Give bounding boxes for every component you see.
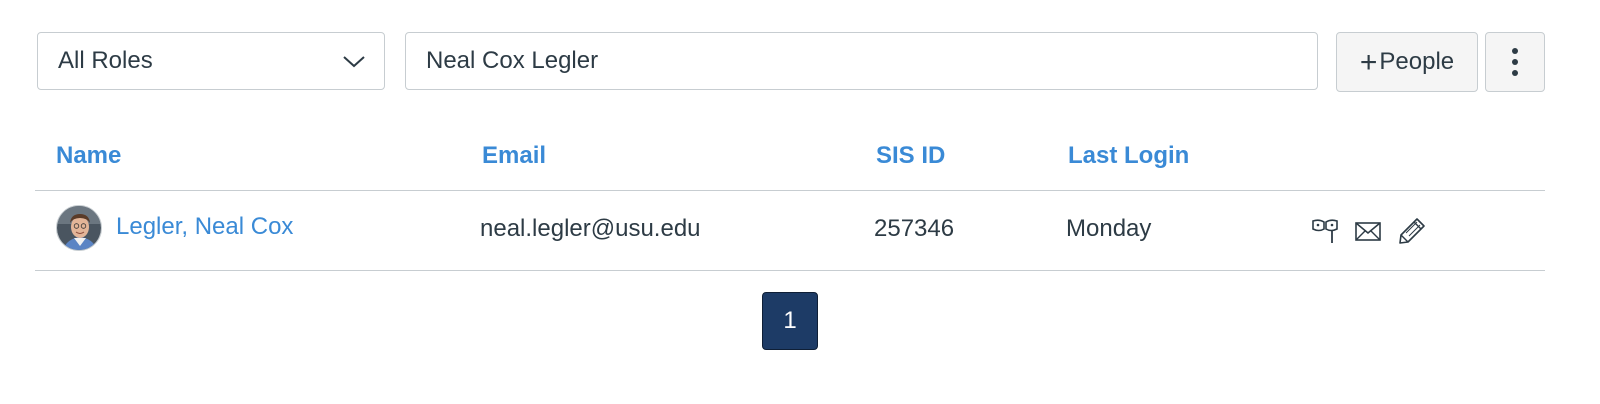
avatar[interactable] (56, 205, 102, 251)
more-vertical-icon (1512, 48, 1518, 54)
column-header-email[interactable]: Email (482, 142, 546, 170)
people-table: Name Email SIS ID Last Login Legler, Nea… (35, 128, 1545, 271)
masquerade-icon[interactable] (1310, 216, 1340, 246)
column-header-sis-id[interactable]: SIS ID (876, 142, 945, 170)
user-photo (57, 206, 101, 250)
user-sis-id: 257346 (874, 215, 955, 242)
column-header-name[interactable]: Name (56, 142, 121, 170)
user-name-link[interactable]: Legler, Neal Cox (116, 213, 293, 241)
edit-icon[interactable] (1397, 216, 1427, 246)
message-icon[interactable] (1353, 216, 1383, 246)
more-options-button[interactable] (1485, 32, 1545, 92)
table-row: Legler, Neal Cox neal.legler@usu.edu 257… (35, 191, 1545, 271)
column-header-last-login[interactable]: Last Login (1068, 142, 1189, 170)
chevron-down-icon (343, 56, 365, 68)
add-people-button[interactable]: + People (1336, 32, 1478, 92)
role-filter-value: All Roles (58, 47, 153, 74)
table-header: Name Email SIS ID Last Login (35, 128, 1545, 191)
add-people-label: People (1379, 48, 1455, 75)
pagination: 1 (762, 292, 818, 350)
plus-icon: + (1359, 46, 1378, 79)
role-filter-select[interactable]: All Roles (37, 32, 385, 90)
page-button-current[interactable]: 1 (762, 292, 818, 350)
user-email: neal.legler@usu.edu (480, 215, 701, 242)
user-last-login: Monday (1066, 215, 1152, 242)
people-toolbar: All Roles + People (37, 32, 1545, 92)
people-search-input[interactable] (405, 32, 1318, 90)
